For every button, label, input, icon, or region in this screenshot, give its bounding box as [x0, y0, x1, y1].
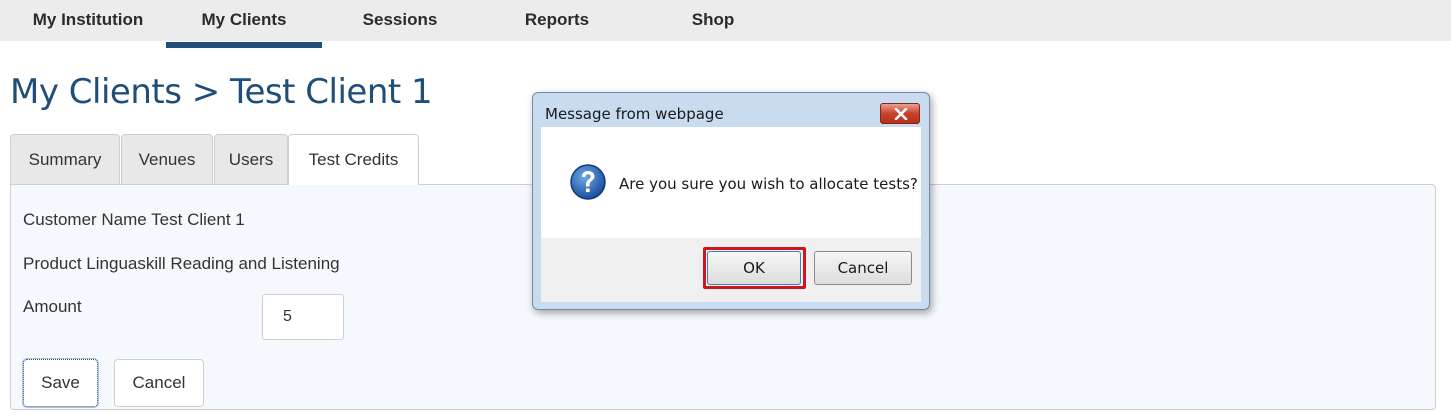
top-nav: My Institution My Clients Sessions Repor… [0, 0, 1451, 48]
dialog-title: Message from webpage [545, 105, 724, 123]
amount-input[interactable] [262, 294, 344, 340]
page-title: My Clients > Test Client 1 [10, 72, 433, 112]
dialog-message: Are you sure you wish to allocate tests? [619, 175, 918, 193]
confirm-dialog: Message from webpage Are you sure you wi… [532, 92, 930, 310]
dialog-cancel-button[interactable]: Cancel [814, 251, 912, 285]
question-icon [570, 164, 606, 200]
tab-users[interactable]: Users [214, 134, 288, 184]
customer-name-text: Customer Name Test Client 1 [23, 210, 245, 229]
nav-item-reports[interactable]: Reports [478, 0, 636, 41]
tab-venues[interactable]: Venues [121, 134, 213, 184]
nav-item-my-clients[interactable]: My Clients [166, 0, 322, 48]
tab-summary[interactable]: Summary [10, 134, 120, 184]
amount-label: Amount [23, 297, 82, 316]
ok-button[interactable]: OK [707, 251, 801, 285]
cancel-button[interactable]: Cancel [114, 359, 204, 407]
nav-item-my-institution[interactable]: My Institution [0, 0, 176, 41]
nav-item-sessions[interactable]: Sessions [322, 0, 478, 41]
nav-item-shop[interactable]: Shop [636, 0, 790, 41]
product-text: Product Linguaskill Reading and Listenin… [23, 254, 340, 273]
dialog-close-button[interactable] [880, 103, 920, 124]
close-icon [894, 108, 908, 120]
tab-test-credits[interactable]: Test Credits [288, 134, 419, 185]
save-button[interactable]: Save [23, 359, 98, 407]
